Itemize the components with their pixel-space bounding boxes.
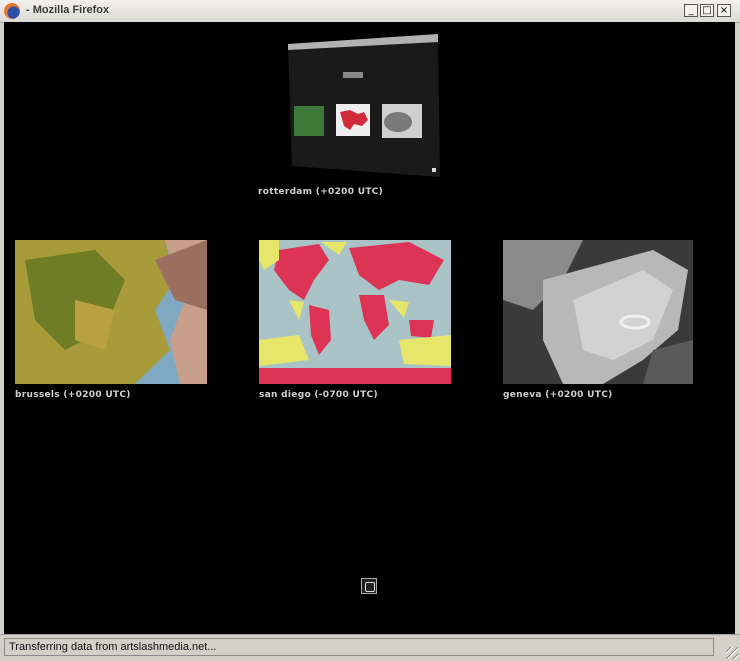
maximize-button[interactable]: □ <box>700 4 714 17</box>
resize-grip-icon[interactable] <box>726 647 738 659</box>
minimize-button[interactable]: _ <box>684 4 698 17</box>
status-bar: Transferring data from artslashmedia.net… <box>0 634 740 661</box>
firefox-icon <box>4 3 20 19</box>
window-title: - Mozilla Firefox <box>26 4 110 16</box>
webcam-label: rotterdam (+0200 UTC) <box>258 187 384 197</box>
webcam-image <box>15 240 207 384</box>
title-bar: - Mozilla Firefox _ □ × <box>0 0 740 23</box>
webcam-image <box>503 240 693 384</box>
page-content: rotterdam (+0200 UTC) brussels (+0200 UT… <box>4 22 735 634</box>
webcam-label: brussels (+0200 UTC) <box>15 390 131 400</box>
webcam-label: geneva (+0200 UTC) <box>503 390 613 400</box>
webcam-label: san diego (-0700 UTC) <box>259 390 378 400</box>
webcam-image <box>259 240 451 384</box>
status-text: Transferring data from artslashmedia.net… <box>4 638 714 656</box>
fullscreen-toggle-icon[interactable] <box>361 578 377 594</box>
close-button[interactable]: × <box>717 4 731 17</box>
webcam-image <box>258 34 448 177</box>
